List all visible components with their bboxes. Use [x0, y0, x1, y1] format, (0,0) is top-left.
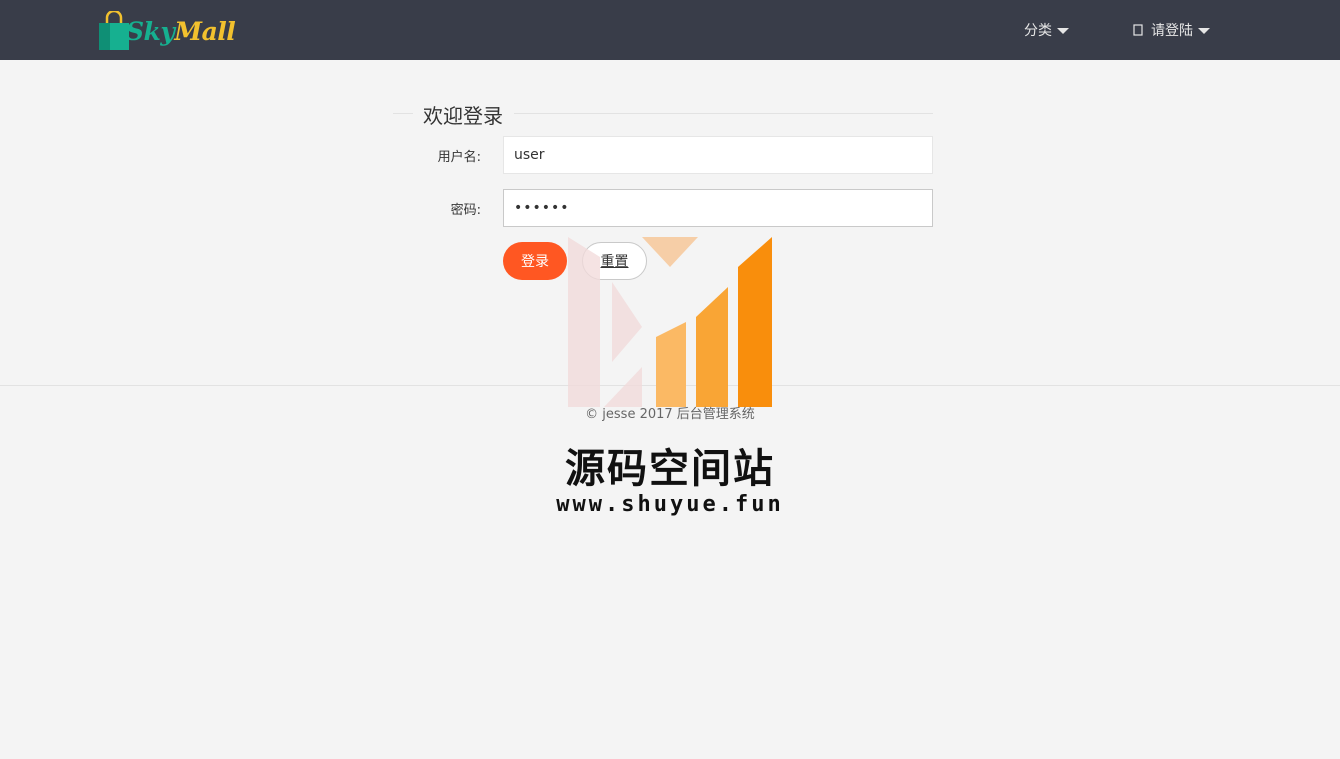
username-input[interactable]: user: [503, 136, 933, 174]
watermark-title: 源码空间站: [565, 446, 775, 492]
nav-category-label: 分类: [1024, 23, 1052, 39]
caret-down-icon: [1057, 27, 1069, 34]
logo-text: SkyMall: [126, 16, 236, 46]
top-header: SkyMall 分类 请登陆: [0, 0, 1340, 60]
username-label: 用户名:: [437, 150, 481, 165]
password-input[interactable]: ••••••: [503, 189, 933, 227]
footer-copyright: © jesse 2017 后台管理系统: [585, 407, 755, 422]
user-icon: [1133, 24, 1143, 36]
skymall-logo[interactable]: SkyMall: [98, 10, 243, 52]
fieldset-line-left: [393, 113, 413, 114]
nav-category-menu[interactable]: 分类: [1024, 20, 1069, 40]
shopping-bag-icon: [99, 11, 129, 50]
nav-login-label: 请登陆: [1151, 23, 1193, 39]
login-legend: 欢迎登录: [423, 104, 503, 128]
login-button[interactable]: 登录: [503, 242, 567, 280]
password-label: 密码:: [450, 203, 481, 218]
watermark-url: www.shuyue.fun: [556, 492, 784, 517]
nav-login-menu[interactable]: 请登陆: [1133, 20, 1210, 40]
reset-button[interactable]: 重置: [582, 242, 647, 280]
fieldset-line-right: [514, 113, 933, 114]
caret-down-icon: [1198, 27, 1210, 34]
footer-divider: [0, 385, 1340, 386]
